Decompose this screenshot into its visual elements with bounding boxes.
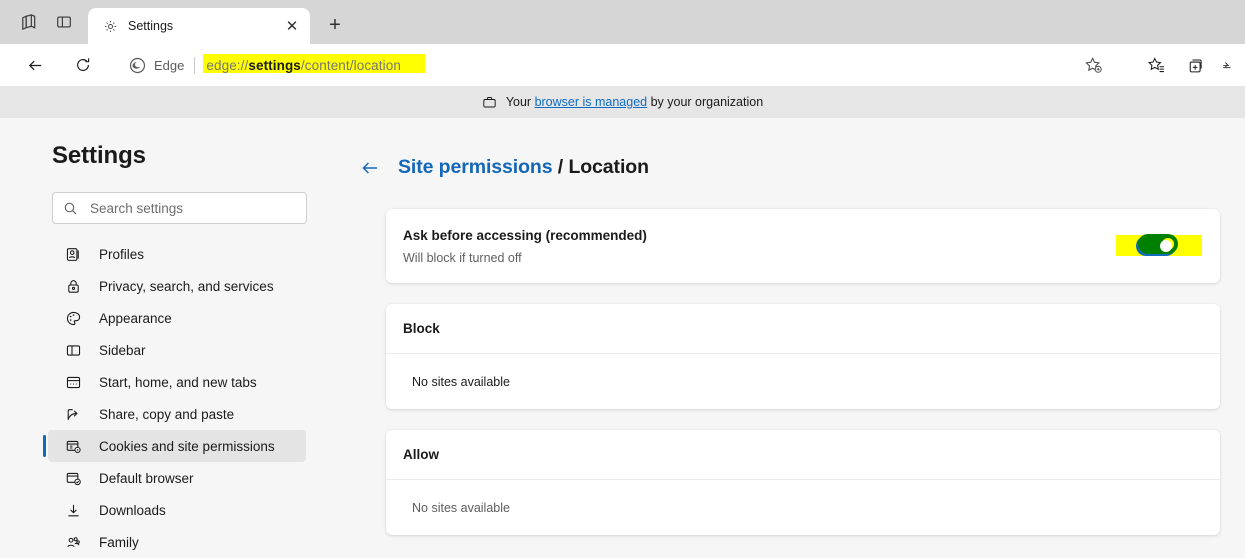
managed-prefix: Your bbox=[505, 95, 535, 109]
sidebar-item-label: Family bbox=[99, 534, 139, 550]
edge-logo-icon bbox=[129, 57, 146, 74]
browser-tab[interactable]: Settings ✕ bbox=[88, 8, 310, 44]
back-arrow-icon[interactable] bbox=[19, 49, 51, 81]
sidebar-item-privacy[interactable]: Privacy, search, and services bbox=[48, 270, 306, 302]
ask-before-accessing-title: Ask before accessing (recommended) bbox=[403, 227, 647, 243]
sidebar-item-share-copy-paste[interactable]: Share, copy and paste bbox=[48, 398, 306, 430]
back-arrow-icon[interactable] bbox=[360, 158, 380, 178]
url-prefix: edge:// bbox=[206, 57, 249, 73]
add-favorite-star-icon[interactable] bbox=[1072, 50, 1114, 80]
search-icon bbox=[63, 201, 78, 216]
address-bar[interactable]: Edge edge://settings/content/location bbox=[115, 50, 1120, 80]
sidebar-item-label: Profiles bbox=[99, 246, 145, 262]
vertical-tabs-icon[interactable] bbox=[46, 4, 82, 40]
sidebar-item-sidebar[interactable]: Sidebar bbox=[48, 334, 306, 366]
url-bold-part: settings bbox=[248, 57, 301, 73]
sidebar-item-label: Downloads bbox=[99, 502, 166, 518]
ask-before-accessing-row: Ask before accessing (recommended) Will … bbox=[386, 209, 1220, 283]
sidebar-item-label: Appearance bbox=[99, 310, 172, 326]
block-card: Block No sites available bbox=[386, 304, 1220, 409]
breadcrumb-current: Location bbox=[568, 156, 649, 178]
ask-before-accessing-card: Ask before accessing (recommended) Will … bbox=[386, 209, 1220, 283]
block-list: No sites available bbox=[386, 354, 1220, 409]
ask-before-accessing-toggle[interactable] bbox=[1136, 234, 1178, 256]
sidebar-item-label: Sidebar bbox=[99, 342, 146, 358]
new-tab-button[interactable]: + bbox=[320, 10, 350, 40]
palette-icon bbox=[64, 309, 82, 327]
settings-nav-list: Profiles Privacy, search, and services A… bbox=[0, 238, 330, 558]
reload-icon[interactable] bbox=[67, 49, 99, 81]
home-tabs-icon bbox=[64, 373, 82, 391]
url-text: edge://settings/content/location bbox=[206, 58, 401, 73]
sidebar-item-cookies-and-site-permissions[interactable]: Cookies and site permissions bbox=[43, 430, 306, 462]
toolbar: Edge edge://settings/content/location bbox=[0, 44, 1245, 86]
search-settings-box[interactable] bbox=[52, 192, 307, 224]
family-icon bbox=[64, 533, 82, 551]
settings-page: Settings Search settings Profiles Privac… bbox=[0, 118, 1245, 558]
url-wrapper: edge://settings/content/location bbox=[203, 50, 1072, 80]
divider bbox=[194, 56, 196, 74]
edge-brand-label: Edge bbox=[154, 57, 185, 73]
breadcrumb-separator: / bbox=[552, 156, 569, 178]
sidebar-item-label: Default browser bbox=[99, 470, 194, 486]
tab-title: Settings bbox=[128, 19, 174, 33]
toggle-highlight-overlay bbox=[1138, 234, 1178, 254]
collections-icon[interactable] bbox=[1181, 49, 1213, 81]
breadcrumb-text: Site permissions / Location bbox=[398, 156, 649, 179]
sidebar-item-label: Share, copy and paste bbox=[99, 406, 235, 422]
overflow-menu-icon[interactable] bbox=[1221, 49, 1237, 81]
ask-before-accessing-subtitle: Will block if turned off bbox=[403, 250, 522, 265]
allow-card: Allow No sites available bbox=[386, 430, 1220, 535]
ask-before-accessing-toggle-wrap bbox=[1112, 231, 1202, 261]
managed-text: Your browser is managed by your organiza… bbox=[506, 95, 763, 109]
briefcase-icon bbox=[482, 95, 497, 110]
sidebar-item-default-browser[interactable]: Default browser bbox=[48, 462, 306, 494]
search-input[interactable] bbox=[88, 199, 296, 217]
settings-content: Site permissions / Location Ask before a… bbox=[330, 118, 1245, 558]
page-title: Settings bbox=[52, 142, 146, 169]
managed-link[interactable]: browser is managed bbox=[535, 95, 648, 109]
browser-window: Settings ✕ + Edge edge://settings/conten… bbox=[0, 0, 1245, 558]
allow-list: No sites available bbox=[386, 480, 1220, 535]
default-browser-icon bbox=[64, 469, 82, 487]
settings-sidebar: Settings Search settings Profiles Privac… bbox=[0, 118, 339, 558]
cookies-permissions-icon bbox=[64, 437, 82, 455]
favorites-list-icon[interactable] bbox=[1140, 49, 1172, 81]
managed-browser-banner: Your browser is managed by your organiza… bbox=[0, 86, 1245, 118]
sidebar-item-profiles[interactable]: Profiles bbox=[48, 238, 306, 270]
ask-before-accessing-texts: Ask before accessing (recommended) Will … bbox=[403, 228, 1112, 265]
block-empty-text: No sites available bbox=[399, 370, 518, 393]
sidebar-item-appearance[interactable]: Appearance bbox=[48, 302, 306, 334]
sidebar-item-downloads[interactable]: Downloads bbox=[48, 494, 306, 526]
tab-strip: Settings ✕ + bbox=[0, 0, 1245, 44]
breadcrumb-parent-link[interactable]: Site permissions bbox=[398, 156, 553, 178]
sidebar-item-family[interactable]: Family bbox=[48, 526, 306, 558]
close-icon[interactable]: ✕ bbox=[280, 14, 304, 38]
sidebar-icon bbox=[64, 341, 82, 359]
profile-icon bbox=[64, 245, 82, 263]
block-heading: Block bbox=[403, 321, 440, 336]
allow-heading: Allow bbox=[403, 447, 439, 462]
gear-icon bbox=[102, 18, 119, 35]
download-icon bbox=[64, 501, 82, 519]
managed-suffix: by your organization bbox=[647, 95, 764, 109]
sidebar-item-label: Cookies and site permissions bbox=[99, 438, 275, 454]
allow-empty-text: No sites available bbox=[412, 500, 510, 515]
url-suffix: /content/location bbox=[300, 57, 401, 73]
sidebar-item-start-home[interactable]: Start, home, and new tabs bbox=[48, 366, 306, 398]
sidebar-item-label: Start, home, and new tabs bbox=[99, 374, 257, 390]
tab-stack-icon[interactable] bbox=[10, 4, 46, 40]
share-icon bbox=[64, 405, 82, 423]
lock-icon bbox=[64, 277, 82, 295]
breadcrumb: Site permissions / Location bbox=[360, 156, 1245, 179]
sidebar-item-label: Privacy, search, and services bbox=[99, 278, 274, 294]
